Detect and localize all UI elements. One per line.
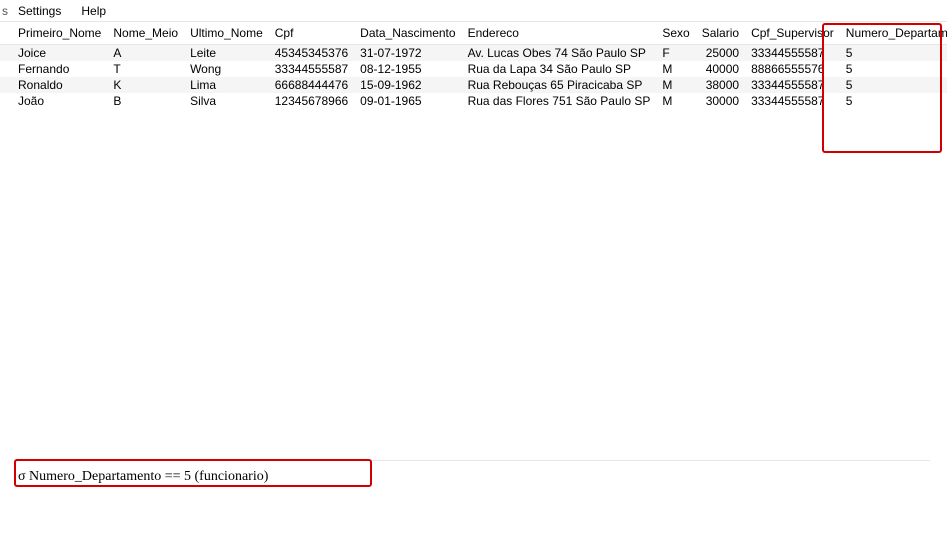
cell-cpf: 33344555587 [269, 61, 354, 77]
cell-nome_meio: A [107, 45, 184, 62]
col-cpf[interactable]: Cpf [269, 22, 354, 45]
col-ultimo-nome[interactable]: Ultimo_Nome [184, 22, 269, 45]
col-nome-meio[interactable]: Nome_Meio [107, 22, 184, 45]
cell-cpf_supervisor: 33344555587 [745, 77, 840, 93]
cell-primeiro_nome: Ronaldo [12, 77, 107, 93]
row-selector[interactable] [0, 61, 12, 77]
cell-cpf: 12345678966 [269, 93, 354, 109]
query-input[interactable] [14, 466, 930, 488]
table-header-row: Primeiro_Nome Nome_Meio Ultimo_Nome Cpf … [0, 22, 947, 45]
results-table: Primeiro_Nome Nome_Meio Ultimo_Nome Cpf … [0, 22, 947, 109]
table-container: Primeiro_Nome Nome_Meio Ultimo_Nome Cpf … [0, 22, 947, 452]
cell-ultimo_nome: Lima [184, 77, 269, 93]
menu-settings[interactable]: Settings [8, 2, 71, 20]
cell-nome_meio: K [107, 77, 184, 93]
col-sexo[interactable]: Sexo [656, 22, 695, 45]
cell-salario: 40000 [696, 61, 745, 77]
col-endereco[interactable]: Endereco [462, 22, 657, 45]
col-data-nascimento[interactable]: Data_Nascimento [354, 22, 461, 45]
cell-sexo: M [656, 77, 695, 93]
cell-nome_meio: T [107, 61, 184, 77]
cell-nome_meio: B [107, 93, 184, 109]
cell-cpf_supervisor: 33344555587 [745, 93, 840, 109]
cell-sexo: M [656, 61, 695, 77]
table-row[interactable]: JoiceALeite4534534537631-07-1972Av. Luca… [0, 45, 947, 62]
cell-data_nascimento: 09-01-1965 [354, 93, 461, 109]
cell-cpf: 45345345376 [269, 45, 354, 62]
row-selector[interactable] [0, 77, 12, 93]
cell-ultimo_nome: Silva [184, 93, 269, 109]
cell-ultimo_nome: Leite [184, 45, 269, 62]
col-cpf-supervisor[interactable]: Cpf_Supervisor [745, 22, 840, 45]
cell-sexo: M [656, 93, 695, 109]
cell-numero_departamento: 5 [840, 45, 947, 62]
cell-numero_departamento: 5 [840, 93, 947, 109]
cell-cpf_supervisor: 88866555576 [745, 61, 840, 77]
cell-endereco: Rua da Lapa 34 São Paulo SP [462, 61, 657, 77]
cell-primeiro_nome: Fernando [12, 61, 107, 77]
cell-data_nascimento: 15-09-1962 [354, 77, 461, 93]
table-row[interactable]: JoãoBSilva1234567896609-01-1965Rua das F… [0, 93, 947, 109]
cell-salario: 30000 [696, 93, 745, 109]
query-bar [14, 460, 930, 488]
cell-ultimo_nome: Wong [184, 61, 269, 77]
cell-salario: 38000 [696, 77, 745, 93]
cell-primeiro_nome: João [12, 93, 107, 109]
cell-endereco: Av. Lucas Obes 74 São Paulo SP [462, 45, 657, 62]
col-salario[interactable]: Salario [696, 22, 745, 45]
cell-endereco: Rua Rebouças 65 Piracicaba SP [462, 77, 657, 93]
cell-primeiro_nome: Joice [12, 45, 107, 62]
row-selector[interactable] [0, 45, 12, 62]
cell-sexo: F [656, 45, 695, 62]
table-row[interactable]: FernandoTWong3334455558708-12-1955Rua da… [0, 61, 947, 77]
col-selector[interactable] [0, 22, 12, 45]
table-row[interactable]: RonaldoKLima6668844447615-09-1962Rua Reb… [0, 77, 947, 93]
cell-cpf_supervisor: 33344555587 [745, 45, 840, 62]
cell-data_nascimento: 31-07-1972 [354, 45, 461, 62]
cell-numero_departamento: 5 [840, 77, 947, 93]
row-selector[interactable] [0, 93, 12, 109]
cell-numero_departamento: 5 [840, 61, 947, 77]
col-primeiro-nome[interactable]: Primeiro_Nome [12, 22, 107, 45]
cell-salario: 25000 [696, 45, 745, 62]
cell-endereco: Rua das Flores 751 São Paulo SP [462, 93, 657, 109]
menu-help[interactable]: Help [71, 2, 116, 20]
menubar: s Settings Help [0, 0, 947, 22]
cell-data_nascimento: 08-12-1955 [354, 61, 461, 77]
menu-stub: s [0, 4, 8, 18]
col-numero-departamento[interactable]: Numero_Departamento [840, 22, 947, 45]
cell-cpf: 66688444476 [269, 77, 354, 93]
